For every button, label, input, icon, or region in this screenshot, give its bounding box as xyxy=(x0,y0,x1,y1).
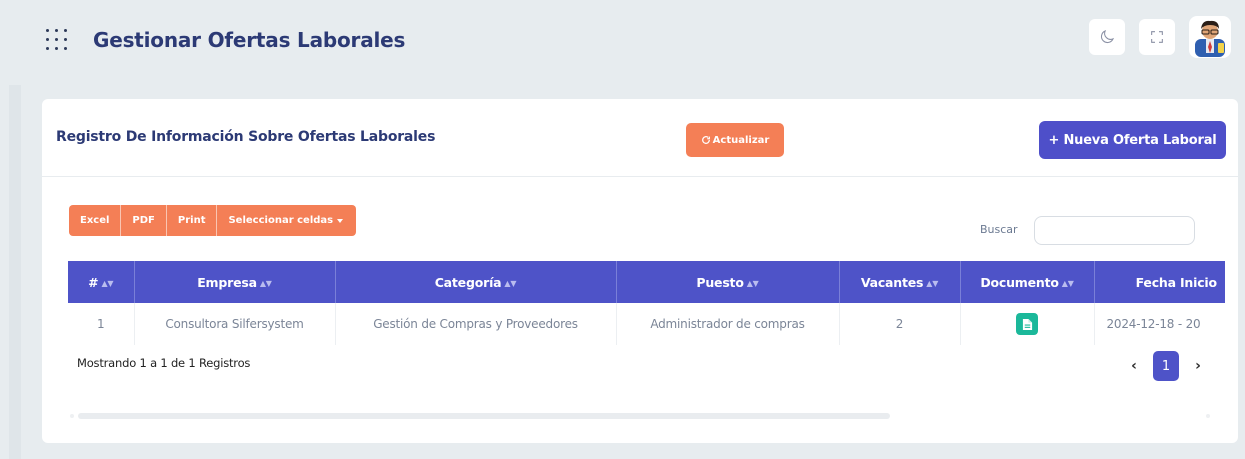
cell-puesto: Administrador de compras xyxy=(616,303,840,345)
cell-categoria: Gestión de Compras y Proveedores xyxy=(335,303,617,345)
column-header-num[interactable]: # ▲▼ xyxy=(68,261,135,303)
pdf-button[interactable]: PDF xyxy=(121,205,167,236)
moon-icon xyxy=(1101,30,1114,43)
search-label: Buscar xyxy=(980,223,1018,236)
grid-dots-icon[interactable] xyxy=(43,26,71,54)
pagination: ‹ 1 › xyxy=(1121,351,1211,381)
next-page-button[interactable]: › xyxy=(1185,353,1211,379)
page-title: Gestionar Ofertas Laborales xyxy=(93,28,406,52)
card-header: Registro De Información Sobre Ofertas La… xyxy=(42,99,1238,177)
column-header-fecha-inicio[interactable]: Fecha Inicio xyxy=(1094,261,1225,303)
excel-button[interactable]: Excel xyxy=(69,205,122,236)
avatar[interactable] xyxy=(1189,16,1231,58)
column-header-documento[interactable]: Documento ▲▼ xyxy=(960,261,1095,303)
prev-page-button[interactable]: ‹ xyxy=(1121,353,1147,379)
sort-icon: ▲▼ xyxy=(504,278,517,288)
page: Gestionar Ofertas Laborales Registro De … xyxy=(9,0,1245,459)
header: Gestionar Ofertas Laborales xyxy=(31,12,1231,72)
offers-card: Registro De Información Sobre Ofertas La… xyxy=(42,99,1238,443)
export-toolbar: Excel PDF Print Seleccionar celdas xyxy=(69,205,357,236)
refresh-label: Actualizar xyxy=(712,134,770,146)
scroll-left-arrow[interactable] xyxy=(70,414,74,418)
offers-table: # ▲▼ Empresa ▲▼ Categoría ▲▼ Puesto ▲▼ Vacan… xyxy=(68,261,1225,345)
sort-icon: ▲▼ xyxy=(926,278,939,288)
theme-toggle-button[interactable] xyxy=(1089,19,1125,55)
document-button[interactable] xyxy=(1016,313,1038,335)
cell-documento xyxy=(960,303,1095,345)
page-1-button[interactable]: 1 xyxy=(1153,351,1179,381)
refresh-icon xyxy=(701,136,710,144)
print-button[interactable]: Print xyxy=(167,205,218,236)
horizontal-scrollbar[interactable] xyxy=(70,413,1210,419)
table-row: 1 Consultora Silfersystem Gestión de Com… xyxy=(68,303,1225,345)
cell-vacantes: 2 xyxy=(839,303,961,345)
sort-icon: ▲▼ xyxy=(746,278,759,288)
column-header-puesto[interactable]: Puesto ▲▼ xyxy=(616,261,840,303)
sort-icon: ▲▼ xyxy=(1061,278,1074,288)
sort-icon: ▲▼ xyxy=(259,278,272,288)
cell-num: 1 xyxy=(68,303,135,345)
refresh-button[interactable]: Actualizar xyxy=(686,123,784,157)
cell-fecha-inicio: 2024-12-18 - 20 xyxy=(1106,317,1201,331)
column-header-vacantes[interactable]: Vacantes ▲▼ xyxy=(839,261,961,303)
offers-table-wrap: # ▲▼ Empresa ▲▼ Categoría ▲▼ Puesto ▲▼ Vacan… xyxy=(68,261,1225,345)
new-offer-button[interactable]: + Nueva Oferta Laboral xyxy=(1039,121,1226,159)
fullscreen-button[interactable] xyxy=(1139,19,1175,55)
column-header-empresa[interactable]: Empresa ▲▼ xyxy=(134,261,336,303)
card-title: Registro De Información Sobre Ofertas La… xyxy=(56,129,436,145)
sidebar-edge xyxy=(9,85,21,459)
cell-empresa: Consultora Silfersystem xyxy=(134,303,336,345)
select-cells-dropdown[interactable]: Seleccionar celdas xyxy=(217,205,356,236)
column-header-categoria[interactable]: Categoría ▲▼ xyxy=(335,261,617,303)
scroll-right-arrow[interactable] xyxy=(1206,414,1210,418)
records-info: Mostrando 1 a 1 de 1 Registros xyxy=(77,356,251,370)
scrollbar-thumb[interactable] xyxy=(78,413,890,419)
header-actions xyxy=(1075,16,1231,58)
document-icon xyxy=(1022,318,1032,330)
search-input[interactable] xyxy=(1034,216,1195,245)
sort-icon: ▲▼ xyxy=(101,278,114,288)
table-header-row: # ▲▼ Empresa ▲▼ Categoría ▲▼ Puesto ▲▼ Vacan… xyxy=(68,261,1225,303)
fullscreen-icon xyxy=(1151,31,1163,43)
select-cells-label: Seleccionar celdas xyxy=(228,215,334,226)
chevron-down-icon xyxy=(337,218,344,223)
user-avatar-icon xyxy=(1195,20,1225,57)
